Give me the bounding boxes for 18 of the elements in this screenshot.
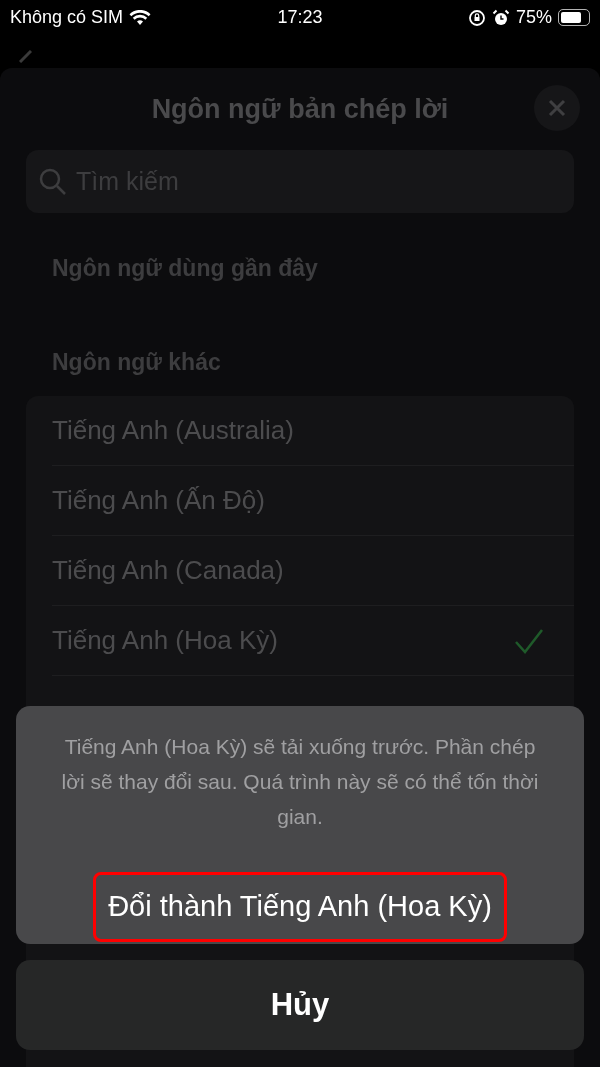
close-icon xyxy=(548,99,566,117)
battery-percent: 75% xyxy=(515,6,552,29)
language-row[interactable]: Tiếng Anh (Ấn Độ) xyxy=(52,466,574,536)
battery-icon xyxy=(558,9,590,26)
rotation-lock-icon xyxy=(467,8,486,27)
action-sheet-message: Tiếng Anh (Hoa Kỳ) sẽ tải xuống trước. Phần chép lời sẽ thay đổi sau. Quá trình này sẽ có thể tốn thời gian. xyxy=(60,734,540,830)
language-row[interactable]: Tiếng Anh (Australia) xyxy=(52,396,574,466)
language-row[interactable]: Tiếng Anh (Hoa Kỳ) xyxy=(52,606,574,676)
carrier-label: Không có SIM xyxy=(10,6,124,29)
search-icon xyxy=(38,167,68,197)
close-button[interactable] xyxy=(534,85,580,131)
alarm-icon xyxy=(491,8,510,27)
change-language-button[interactable]: Đổi thành Tiếng Anh (Hoa Kỳ) xyxy=(93,872,507,942)
sheet-title: Ngôn ngữ bản chép lời xyxy=(151,92,449,126)
cancel-button[interactable]: Hủy xyxy=(16,960,584,1050)
clock-time: 17:23 xyxy=(277,6,323,29)
language-row[interactable]: Tiếng Anh (Canada) xyxy=(52,536,574,606)
wifi-icon xyxy=(129,9,152,26)
